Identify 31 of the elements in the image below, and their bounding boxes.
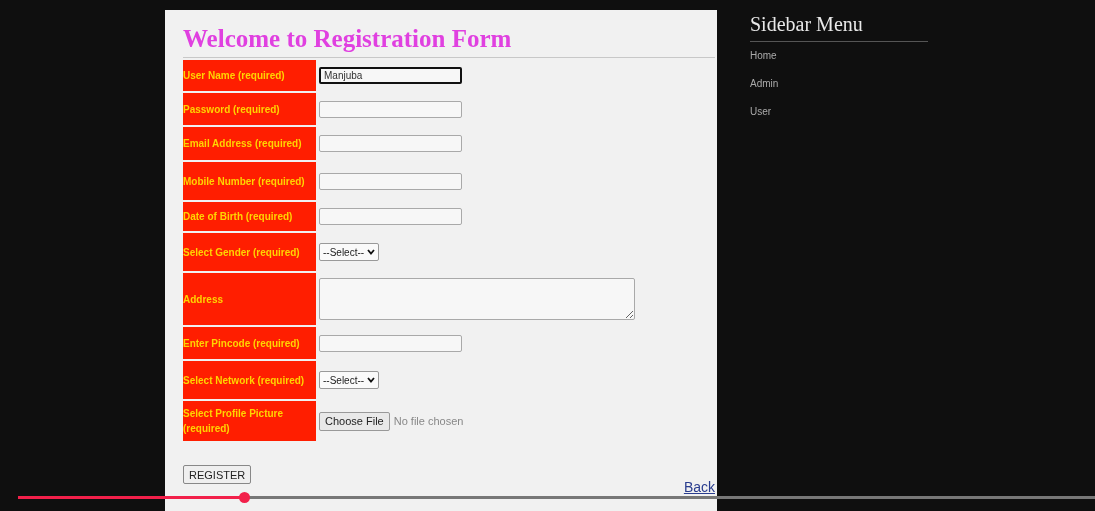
chevron-icon [367, 249, 376, 255]
field-label: User Name (required) [183, 60, 316, 91]
progress-thumb[interactable] [239, 492, 251, 503]
field-label: Enter Pincode (required) [183, 327, 316, 359]
text-field[interactable] [319, 334, 462, 352]
text-field[interactable] [319, 208, 462, 225]
field-label: Select Network (required) [183, 361, 316, 399]
text-field[interactable] [319, 100, 462, 118]
register-button[interactable]: REGISTER [183, 465, 252, 484]
select-dropdown[interactable]: --Select-- [319, 243, 380, 261]
address-field[interactable] [319, 278, 635, 320]
sidebar-link[interactable]: Home [750, 49, 1095, 62]
form-title: Welcome to Registration Form [183, 25, 513, 53]
text-field[interactable] [319, 135, 462, 152]
field-label: Password (required) [183, 93, 316, 125]
field-label: Date of Birth (required) [183, 202, 316, 231]
file-status: No file chosen [393, 415, 464, 427]
field-label: Select Gender (required) [183, 233, 316, 271]
chevron-icon [367, 377, 376, 383]
field-label: Select Profile Picture (required) [183, 401, 316, 441]
select-dropdown[interactable]: --Select-- [319, 371, 380, 389]
sidebar-link[interactable]: User [750, 105, 1095, 118]
sidebar-title: Sidebar Menu [750, 12, 863, 36]
sidebar-link[interactable]: Admin [750, 77, 1095, 90]
text-field[interactable] [319, 172, 462, 190]
text-field[interactable]: Manjuba [319, 67, 462, 84]
field-label: Mobile Number (required) [183, 162, 316, 200]
back-link[interactable]: Back [683, 479, 715, 495]
choose-file-button[interactable]: Choose File [319, 411, 390, 431]
field-label: Address [183, 273, 316, 325]
field-label: Email Address (required) [183, 127, 316, 160]
